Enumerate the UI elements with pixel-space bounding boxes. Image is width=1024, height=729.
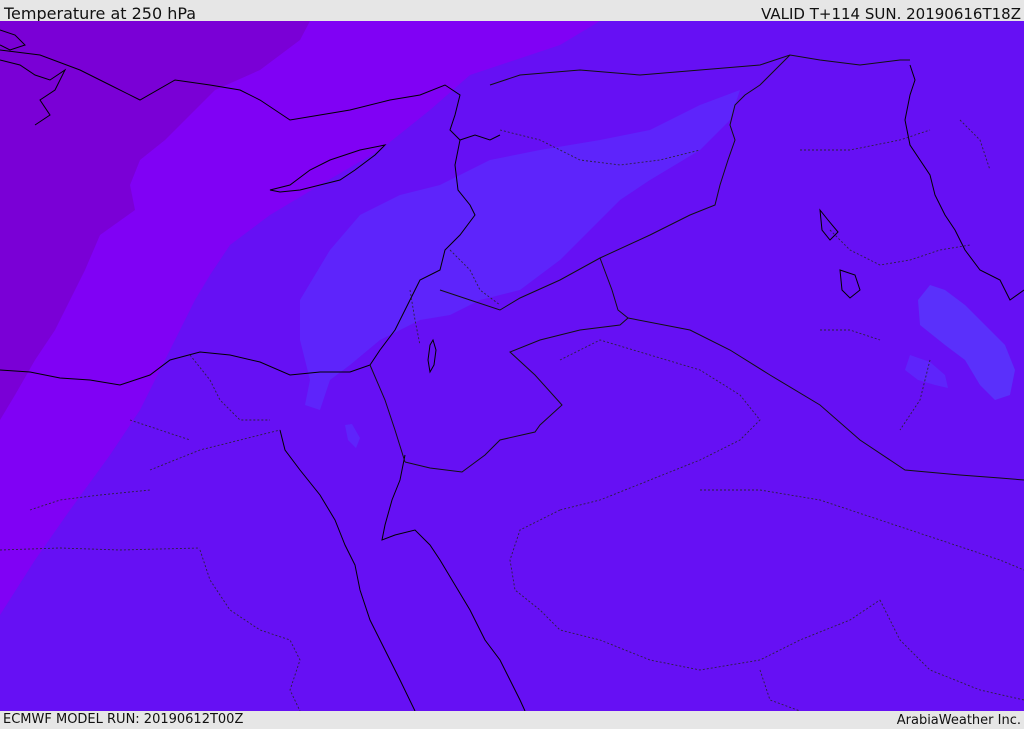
model-run-label: ECMWF MODEL RUN: 20190612T00Z xyxy=(3,712,244,727)
map-canvas xyxy=(0,21,1024,711)
temperature-map[interactable] xyxy=(0,21,1024,711)
credit-label: ArabiaWeather Inc. xyxy=(896,713,1021,728)
footer-bar: ECMWF MODEL RUN: 20190612T00Z ArabiaWeat… xyxy=(0,711,1024,729)
header-bar: Temperature at 250 hPa VALID T+114 SUN. … xyxy=(0,0,1024,23)
